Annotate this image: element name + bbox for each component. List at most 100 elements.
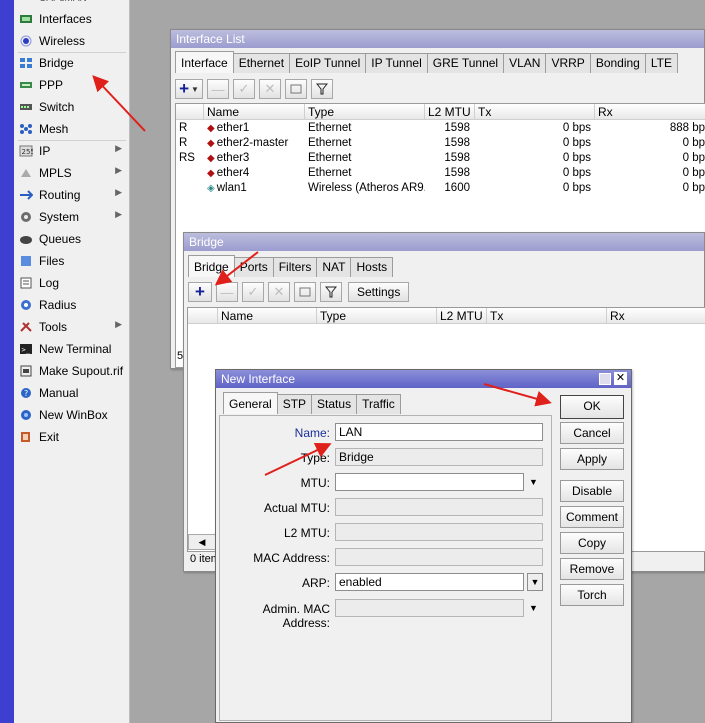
sidebar-item-switch[interactable]: Switch <box>14 96 130 117</box>
sidebar-item-label: Switch <box>39 99 75 114</box>
sidebar-item-log[interactable]: Log <box>14 272 130 293</box>
enable-button[interactable]: ✓ <box>233 79 255 99</box>
tab-gre-tunnel[interactable]: GRE Tunnel <box>426 53 505 73</box>
torch-button[interactable]: Torch <box>560 584 624 606</box>
sidebar-item-radius[interactable]: Radius <box>14 294 130 315</box>
tab-vlan[interactable]: VLAN <box>503 53 547 73</box>
table-row[interactable]: R ◆ ether2-master Ethernet 1598 0 bps 0 bp <box>176 136 705 151</box>
tab-general[interactable]: General <box>223 392 278 414</box>
disable-button[interactable]: ✕ <box>268 282 290 302</box>
add-interface-button[interactable]: + ▼ <box>175 79 203 99</box>
tab-nat[interactable]: NAT <box>316 257 352 277</box>
table-header-tx[interactable]: Tx <box>475 104 595 120</box>
mtu-dropdown-icon[interactable]: ▼ <box>529 477 538 487</box>
apply-button[interactable]: Apply <box>560 448 624 470</box>
tab-interface[interactable]: Interface <box>175 51 234 73</box>
sidebar-item-mesh[interactable]: Mesh <box>14 118 130 139</box>
copy-button[interactable]: Copy <box>560 532 624 554</box>
ok-button[interactable]: OK <box>560 395 624 419</box>
tab-vrrp[interactable]: VRRP <box>545 53 591 73</box>
tab-bridge[interactable]: Bridge <box>188 255 235 277</box>
sidebar-item-bridge[interactable]: Bridge <box>14 52 130 73</box>
table-header-rx[interactable]: Rx <box>595 104 705 120</box>
admin-mac-label: Admin. MAC Address: <box>262 602 330 630</box>
sidebar-item-new-terminal[interactable]: >_ New Terminal <box>14 338 130 359</box>
table-header-type[interactable]: Type <box>305 104 425 120</box>
remove-button[interactable]: — <box>216 282 238 302</box>
tab-status[interactable]: Status <box>311 394 358 414</box>
mtu-input[interactable] <box>335 473 524 491</box>
terminal-icon: >_ <box>18 342 34 356</box>
filter-button[interactable] <box>311 79 333 99</box>
row-name-cell: ◆ ether1 <box>207 121 305 136</box>
table-header-rx[interactable]: Rx <box>607 308 705 324</box>
table-header-l2mtu[interactable]: L2 MTU <box>425 104 475 120</box>
sidebar-item-ip[interactable]: 255 IP ▶ <box>14 140 130 161</box>
table-row[interactable]: RS ◆ ether3 Ethernet 1598 0 bps 0 bp <box>176 151 705 166</box>
enable-button[interactable]: ✓ <box>242 282 264 302</box>
sidebar-item-wireless[interactable]: Wireless <box>14 30 130 51</box>
sidebar-item-ppp[interactable]: PPP <box>14 74 130 95</box>
comment-button[interactable] <box>285 79 307 99</box>
sidebar-item-tools[interactable]: Tools ▶ <box>14 316 130 337</box>
tab-stp[interactable]: STP <box>276 394 313 414</box>
add-bridge-button[interactable]: + <box>188 282 212 302</box>
tab-filters[interactable]: Filters <box>272 257 318 277</box>
table-header-flags <box>188 308 218 324</box>
table-header-name[interactable]: Name <box>218 308 317 324</box>
tab-ethernet[interactable]: Ethernet <box>232 53 291 73</box>
admin-mac-dropdown-icon[interactable]: ▼ <box>529 603 538 613</box>
comment-button[interactable] <box>294 282 316 302</box>
disable-button[interactable]: Disable <box>560 480 624 502</box>
exit-icon <box>18 430 34 444</box>
remove-button[interactable]: Remove <box>560 558 624 580</box>
disable-button[interactable]: ✕ <box>259 79 281 99</box>
ip-icon: 255 <box>18 144 34 158</box>
name-input[interactable]: LAN <box>335 423 543 441</box>
filter-button[interactable] <box>320 282 342 302</box>
table-header-name[interactable]: Name <box>204 104 305 120</box>
tab-ports[interactable]: Ports <box>233 257 274 277</box>
remove-button[interactable]: — <box>207 79 229 99</box>
admin-mac-input[interactable] <box>335 599 524 617</box>
row-name-cell: ◆ ether3 <box>207 151 305 166</box>
table-header-l2mtu[interactable]: L2 MTU <box>437 308 487 324</box>
tab-hosts[interactable]: Hosts <box>350 257 394 277</box>
arp-select[interactable]: enabled <box>335 573 524 591</box>
table-row[interactable]: ◈ wlan1 Wireless (Atheros AR9... 1600 0 bps 0… <box>176 181 705 196</box>
sidebar-item-mpls[interactable]: MPLS ▶ <box>14 162 130 183</box>
sidebar-item-new-winbox[interactable]: New WinBox <box>14 404 130 425</box>
close-icon[interactable]: ✕ <box>614 372 627 385</box>
tab-bonding[interactable]: Bonding <box>589 53 646 73</box>
tab-traffic[interactable]: Traffic <box>356 394 401 414</box>
table-header-type[interactable]: Type <box>317 308 437 324</box>
supout-icon <box>18 364 34 378</box>
table-row[interactable]: R ◆ ether1 Ethernet 1598 0 bps 888 bp <box>176 121 705 136</box>
maximize-icon[interactable] <box>599 373 611 385</box>
sidebar-item-system[interactable]: System ▶ <box>14 206 130 227</box>
cancel-button[interactable]: Cancel <box>560 422 624 444</box>
tab-eoip-tunnel[interactable]: EoIP Tunnel <box>289 53 367 73</box>
settings-button[interactable]: Settings <box>348 282 410 302</box>
sidebar-item-files[interactable]: Files <box>14 250 130 271</box>
arp-dropdown-icon[interactable]: ▼ <box>527 573 543 591</box>
sidebar-item-routing[interactable]: Routing ▶ <box>14 184 130 205</box>
log-icon <box>18 276 34 290</box>
scroll-left-icon[interactable]: ◀ <box>188 534 216 550</box>
arp-label: ARP: <box>301 576 330 590</box>
sidebar-item-queues[interactable]: Queues <box>14 228 130 249</box>
sidebar-item-make-supout[interactable]: Make Supout.rif <box>14 360 130 381</box>
comment-button[interactable]: Comment <box>560 506 624 528</box>
wireless-icon <box>18 34 34 48</box>
sidebar-item-exit[interactable]: Exit <box>14 426 130 447</box>
type-field: Bridge <box>335 448 543 466</box>
sidebar-item-label: Wireless <box>39 33 86 48</box>
sidebar-item-label: Tools <box>39 319 68 334</box>
tab-ip-tunnel[interactable]: IP Tunnel <box>365 53 428 73</box>
sidebar-item-manual[interactable]: ? Manual <box>14 382 130 403</box>
table-row[interactable]: ◆ ether4 Ethernet 1598 0 bps 0 bp <box>176 166 705 181</box>
tab-lte[interactable]: LTE <box>644 53 678 73</box>
routing-icon <box>18 188 34 202</box>
sidebar-item-interfaces[interactable]: Interfaces <box>14 8 130 29</box>
table-header-tx[interactable]: Tx <box>487 308 607 324</box>
